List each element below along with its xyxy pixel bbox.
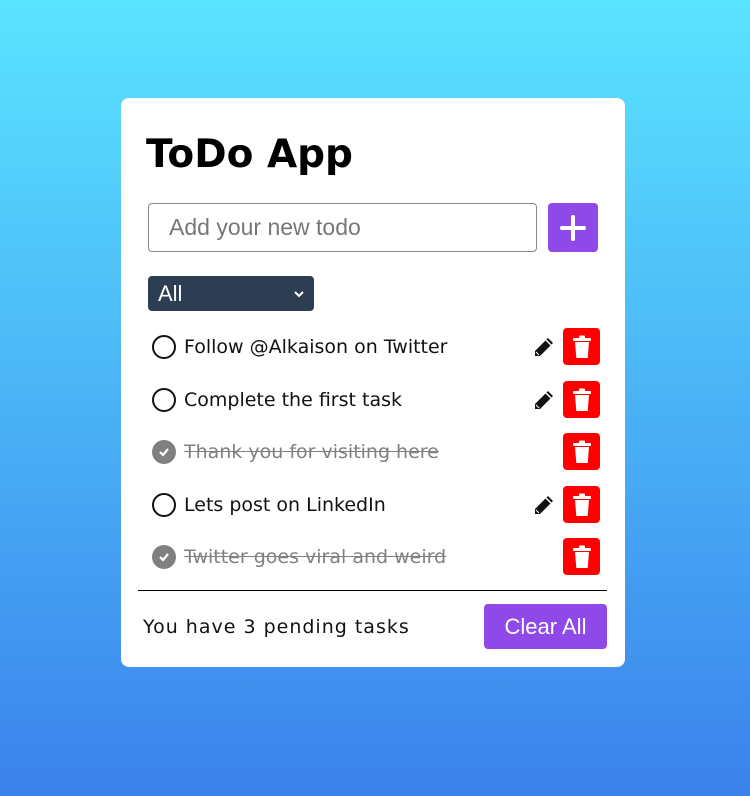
- todo-item: Lets post on LinkedIn: [152, 486, 600, 523]
- unchecked-circle-icon[interactable]: [152, 387, 176, 412]
- trash-icon: [572, 388, 591, 411]
- checked-circle-icon[interactable]: [152, 439, 176, 464]
- add-todo-button[interactable]: [548, 203, 598, 252]
- todo-item: Twitter goes viral and weird: [152, 538, 600, 575]
- trash-icon: [572, 335, 591, 358]
- checked-circle-icon[interactable]: [152, 544, 176, 569]
- plus-icon: [560, 214, 586, 241]
- trash-icon: [572, 493, 591, 516]
- todo-card: ToDo App All Follow @Alkaison on Twitter…: [121, 98, 625, 667]
- page-title: ToDo App: [146, 132, 353, 177]
- pencil-icon[interactable]: [531, 492, 557, 518]
- filter-select[interactable]: All: [148, 276, 314, 311]
- unchecked-circle-icon[interactable]: [152, 492, 176, 517]
- divider: [138, 590, 607, 591]
- todo-item: Follow @Alkaison on Twitter: [152, 328, 600, 365]
- clear-all-button[interactable]: Clear All: [484, 604, 607, 649]
- delete-button[interactable]: [563, 538, 600, 575]
- trash-icon: [572, 440, 591, 463]
- delete-button[interactable]: [563, 328, 600, 365]
- delete-button[interactable]: [563, 486, 600, 523]
- todo-text: Follow @Alkaison on Twitter: [184, 335, 448, 358]
- pending-count: You have 3 pending tasks: [143, 616, 410, 638]
- todo-item: Thank you for visiting here: [152, 433, 600, 470]
- todo-item: Complete the first task: [152, 381, 600, 418]
- delete-button[interactable]: [563, 381, 600, 418]
- filter-selected: All: [158, 280, 183, 306]
- chevron-down-icon: [294, 290, 304, 297]
- trash-icon: [572, 545, 591, 568]
- pencil-icon[interactable]: [531, 387, 557, 413]
- new-todo-input[interactable]: [148, 203, 537, 252]
- todo-text: Lets post on LinkedIn: [184, 493, 386, 516]
- unchecked-circle-icon[interactable]: [152, 334, 176, 359]
- delete-button[interactable]: [563, 433, 600, 470]
- pencil-icon[interactable]: [531, 334, 557, 360]
- todo-text: Thank you for visiting here: [184, 440, 439, 463]
- todo-text: Twitter goes viral and weird: [184, 545, 447, 568]
- todo-text: Complete the first task: [184, 388, 402, 411]
